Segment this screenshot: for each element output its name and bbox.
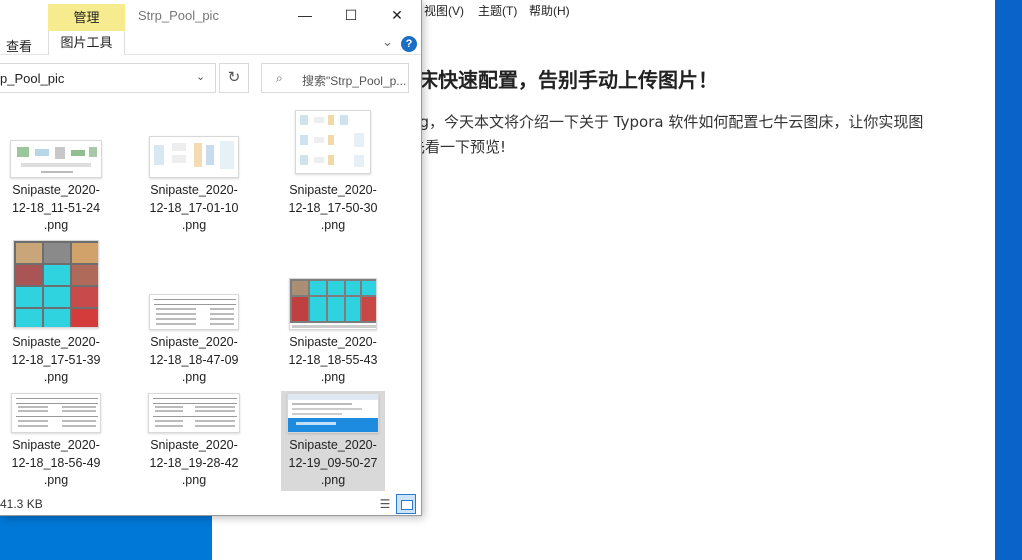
maximize-button[interactable]: ☐	[328, 0, 374, 31]
selected-file-size: 41.3 KB	[0, 497, 43, 511]
minimize-button[interactable]: —	[282, 0, 328, 31]
tab-manage[interactable]: 管理	[48, 4, 125, 31]
tab-view[interactable]: 查看	[6, 36, 32, 55]
address-path: p_Pool_pic	[0, 71, 65, 86]
image-thumbnail	[148, 393, 240, 433]
chevron-down-icon[interactable]: ⌄	[196, 70, 205, 83]
file-name: Snipaste_2020- 12-18_18-47-09 .png	[149, 335, 239, 384]
status-bar: 41.3 KB	[0, 493, 421, 515]
document-paragraph: ng，今天本文将介绍一下关于 Typora 软件如何配置七牛云图床，让你实现图	[410, 113, 924, 131]
file-name: Snipaste_2020- 12-18_19-28-42 .png	[149, 438, 239, 487]
file-item[interactable]: Snipaste_2020- 12-18_17-01-10 .png	[142, 136, 246, 236]
file-name: Snipaste_2020- 12-18_18-56-49 .png	[11, 438, 101, 487]
document-heading: 床快速配置，告别手动上传图片！	[418, 68, 718, 92]
ribbon: 查看 图片工具 ⌄ ?	[0, 31, 421, 55]
menu-theme[interactable]: 主题(T)	[478, 2, 517, 19]
details-view-icon[interactable]: ☰	[376, 495, 394, 513]
image-thumbnail	[295, 110, 371, 174]
image-thumbnail	[289, 278, 377, 330]
file-item[interactable]: Snipaste_2020- 12-18_18-56-49 .png	[4, 391, 108, 491]
document-paragraph: 先看一下预览!	[410, 138, 507, 156]
file-item[interactable]: Snipaste_2020- 12-19_09-50-27 .png	[281, 391, 385, 491]
file-name: Snipaste_2020- 12-18_17-50-30 .png	[288, 183, 378, 232]
file-name: Snipaste_2020- 12-18_18-55-43 .png	[288, 335, 378, 384]
file-item[interactable]: Snipaste_2020- 12-18_11-51-24 .png	[4, 136, 108, 236]
file-item[interactable]: Snipaste_2020- 12-18_19-28-42 .png	[142, 391, 246, 491]
expand-ribbon-chevron-icon[interactable]: ⌄	[382, 34, 393, 50]
file-item[interactable]: Snipaste_2020- 12-18_17-50-30 .png	[281, 108, 385, 232]
file-name: Snipaste_2020- 12-18_17-01-10 .png	[149, 183, 239, 232]
close-button[interactable]: ✕	[374, 0, 420, 31]
menu-view[interactable]: 视图(V)	[424, 2, 464, 19]
file-name: Snipaste_2020- 12-18_11-51-24 .png	[11, 183, 101, 232]
image-thumbnail	[11, 393, 101, 433]
file-explorer-window: 管理 Strp_Pool_pic — ☐ ✕ 查看 图片工具 ⌄ ? p_Poo…	[0, 0, 422, 516]
refresh-button[interactable]: ↻	[219, 63, 249, 93]
image-thumbnail	[149, 294, 239, 330]
file-item[interactable]: Snipaste_2020- 12-18_18-47-09 .png	[142, 288, 246, 388]
image-thumbnail	[149, 136, 239, 178]
address-bar[interactable]: p_Pool_pic ⌄	[0, 63, 216, 93]
window-title: Strp_Pool_pic	[138, 8, 219, 23]
file-name: Snipaste_2020- 12-19_09-50-27 .png	[288, 438, 378, 487]
image-thumbnail	[10, 140, 102, 178]
search-input[interactable]: ⌕ 搜索"Strp_Pool_p...	[261, 63, 409, 93]
large-icons-view-icon[interactable]	[396, 494, 416, 514]
help-icon[interactable]: ?	[401, 36, 417, 52]
image-thumbnail	[13, 240, 99, 328]
tab-picture-tools[interactable]: 图片工具	[48, 31, 125, 55]
image-thumbnail	[287, 393, 379, 433]
file-name: Snipaste_2020- 12-18_17-51-39 .png	[11, 335, 101, 384]
title-bar[interactable]: 管理 Strp_Pool_pic — ☐ ✕	[0, 0, 421, 31]
desktop-background	[995, 0, 1022, 560]
search-icon: ⌕	[276, 71, 283, 85]
menu-help[interactable]: 帮助(H)	[529, 2, 570, 19]
search-placeholder: 搜索"Strp_Pool_p...	[302, 74, 407, 88]
file-item[interactable]: Snipaste_2020- 12-18_17-51-39 .png	[4, 238, 108, 384]
file-item[interactable]: Snipaste_2020- 12-18_18-55-43 .png	[281, 274, 385, 384]
